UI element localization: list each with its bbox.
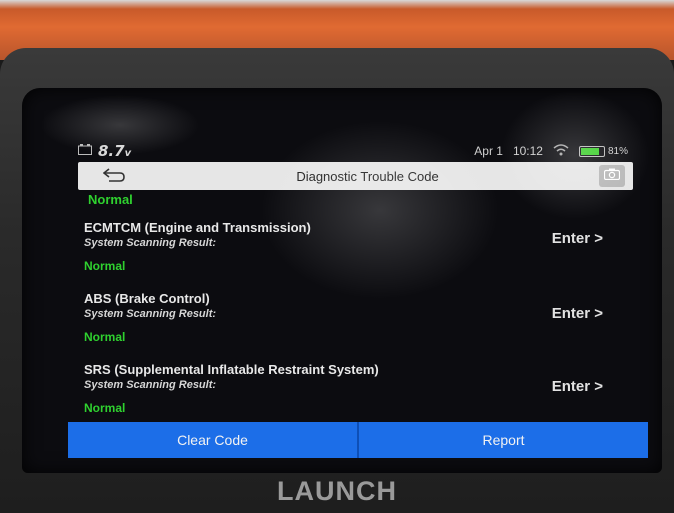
system-name: SRS (Supplemental Inflatable Restraint S…: [84, 362, 379, 377]
system-list[interactable]: Normal ECMTCM (Engine and Transmission) …: [78, 190, 633, 420]
battery-voltage: 8.7v: [98, 142, 132, 160]
back-arrow-icon: [102, 166, 125, 187]
page-title: Diagnostic Trouble Code: [296, 168, 439, 184]
screenshot-button[interactable]: [599, 165, 625, 187]
title-bar: Diagnostic Trouble Code: [78, 162, 633, 190]
battery-icon: [578, 145, 605, 157]
car-battery-icon: [78, 144, 92, 158]
report-button[interactable]: Report: [357, 422, 648, 458]
scan-result-label: System Scanning Result:: [84, 308, 217, 320]
time-text: 10:12: [512, 144, 543, 158]
system-item-abs[interactable]: ABS (Brake Control) System Scanning Resu…: [78, 291, 633, 361]
date-text: Apr 1: [474, 144, 503, 158]
scan-status: Normal: [84, 401, 126, 415]
scan-status: Normal: [84, 259, 126, 273]
brand-logo: LAUNCH: [277, 476, 397, 506]
back-button[interactable]: [92, 165, 136, 187]
enter-button[interactable]: Enter >: [552, 378, 603, 395]
scan-status: Normal: [84, 330, 126, 344]
camera-icon: [603, 167, 621, 185]
bottom-action-bar: Clear Code Report: [68, 422, 648, 458]
scan-result-label: System Scanning Result:: [84, 237, 217, 249]
partial-scan-status: Normal: [88, 192, 133, 207]
battery-indicator: 81%: [578, 145, 628, 157]
battery-percent: 81%: [607, 145, 628, 157]
enter-button[interactable]: Enter >: [552, 230, 603, 247]
wifi-icon: [553, 143, 569, 159]
system-name: ECMTCM (Engine and Transmission): [84, 220, 311, 235]
status-bar: 8.7v Apr 1 10:12 81%: [78, 140, 628, 162]
system-item-srs[interactable]: SRS (Supplemental Inflatable Restraint S…: [78, 362, 633, 420]
system-item-ecmtcm[interactable]: ECMTCM (Engine and Transmission) System …: [78, 220, 633, 290]
system-name: ABS (Brake Control): [84, 291, 210, 306]
clear-code-button[interactable]: Clear Code: [68, 422, 357, 458]
status-right: Apr 1 10:12 81%: [474, 143, 628, 159]
status-left: 8.7v: [78, 142, 131, 160]
scan-result-label: System Scanning Result:: [84, 379, 217, 391]
enter-button[interactable]: Enter >: [552, 305, 603, 322]
